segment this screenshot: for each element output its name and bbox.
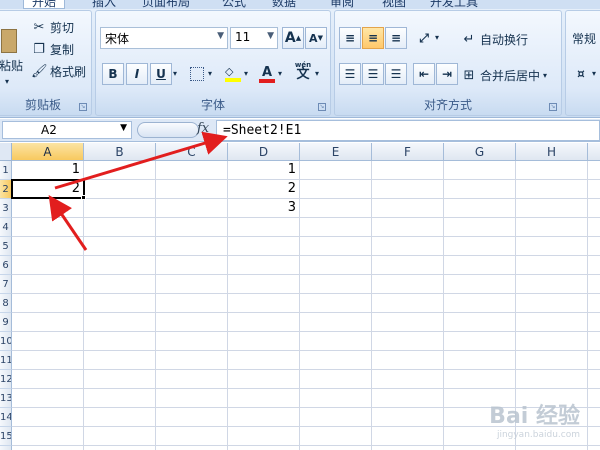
arrow-to-formula xyxy=(54,131,228,190)
arrow-to-cell xyxy=(48,195,88,251)
annotation-arrows xyxy=(48,131,228,251)
